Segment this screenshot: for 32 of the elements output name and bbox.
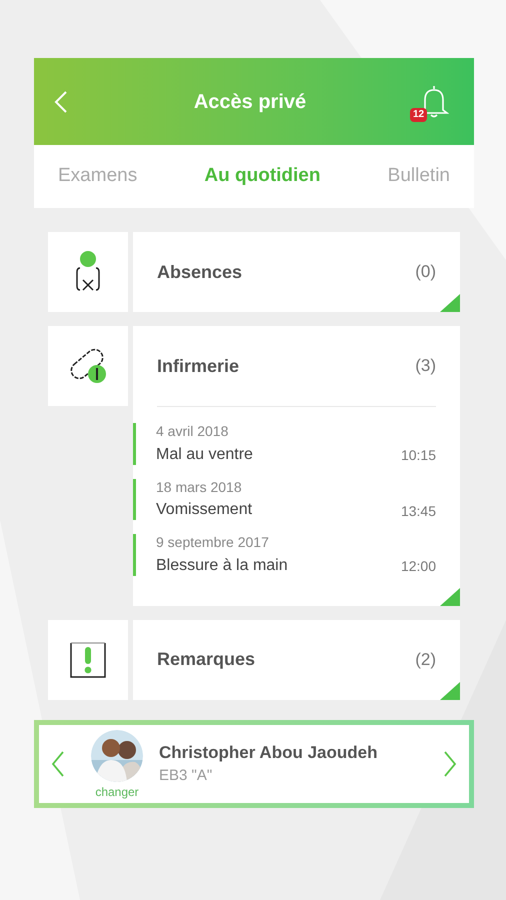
entry-date: 4 avril 2018 <box>156 423 230 440</box>
corner-triangle-icon <box>440 682 460 700</box>
entry-time: 10:15 <box>400 447 436 464</box>
page-title: Accès privé <box>192 90 308 114</box>
entry-label: Vomissement <box>156 500 252 520</box>
section-card[interactable]: Absences (0) <box>133 232 460 312</box>
student-name: Christopher Abou Jaoudeh <box>159 742 378 764</box>
section-title: Infirmerie <box>157 354 240 378</box>
section-count: (0) <box>415 261 436 284</box>
section-title: Remarques <box>157 648 256 671</box>
section-count: (2) <box>415 648 436 671</box>
section-card[interactable]: Infirmerie (3) 4 avril 2018 Mal au ventre 10:15 18 mars 2018 Vomissement 13:45 9 septembre 2017 Blessure à la main 12:00 <box>133 326 460 606</box>
section-title: Absences <box>157 260 242 284</box>
entry-date: 9 septembre 2017 <box>156 534 270 552</box>
entry-time: 12:00 <box>400 558 436 576</box>
notification-badge: 12 <box>410 108 428 122</box>
warning-note-icon <box>69 640 107 678</box>
entry-date: 18 mars 2018 <box>156 478 243 496</box>
visit-entry[interactable]: 9 septembre 2017 Blessure à la main 12:00 <box>133 534 460 576</box>
corner-triangle-icon <box>440 294 460 312</box>
section-count: (3) <box>415 355 436 378</box>
student-class: EB3 "A" <box>159 766 214 786</box>
corner-triangle-icon <box>440 588 460 606</box>
visit-entry[interactable]: 4 avril 2018 Mal au ventre 10:15 <box>133 423 460 464</box>
entry-label: Blessure à la main <box>156 556 288 576</box>
section-card[interactable]: Remarques (2) <box>133 620 460 700</box>
left-chevron-icon <box>51 750 65 778</box>
entry-label: Mal au ventre <box>156 444 253 464</box>
entry-time: 13:45 <box>400 502 436 520</box>
back-chevron-icon <box>54 90 68 114</box>
visit-entry[interactable]: 18 mars 2018 Vomissement 13:45 <box>133 478 460 520</box>
right-chevron-icon <box>443 750 457 778</box>
